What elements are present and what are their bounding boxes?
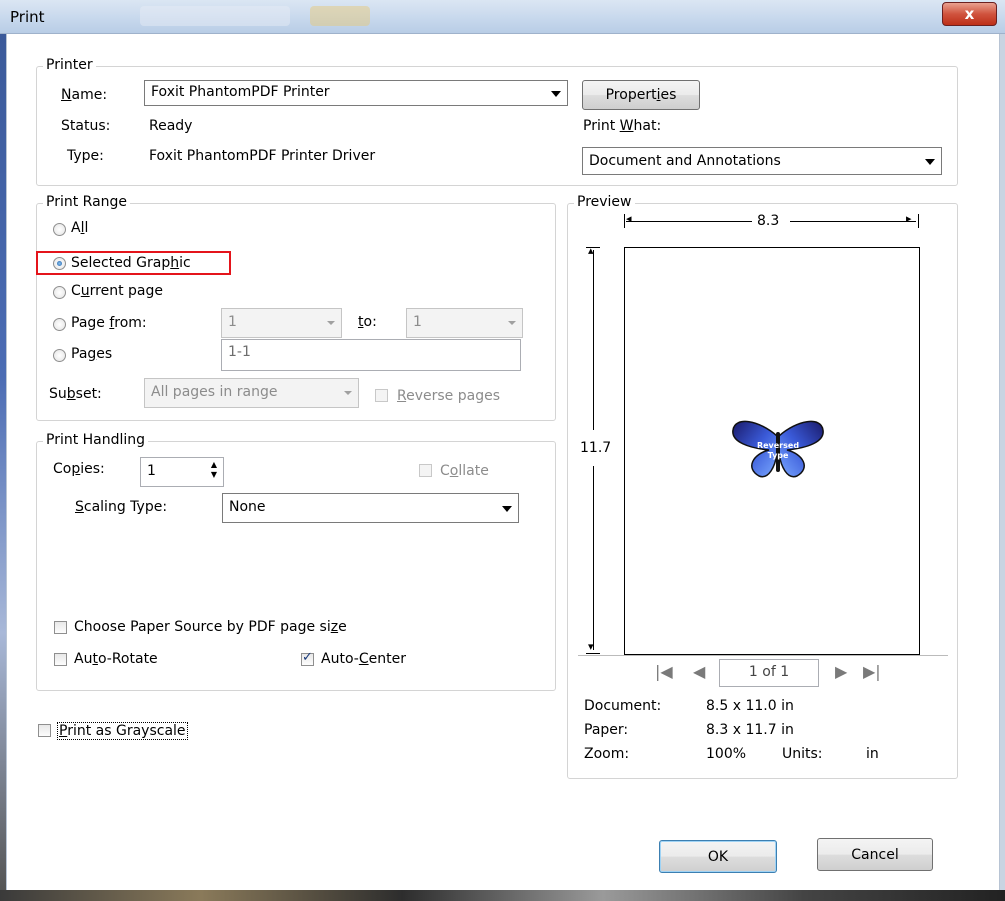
highlight-box: [36, 251, 231, 275]
first-page-icon[interactable]: |◀: [655, 662, 673, 681]
page-from-select[interactable]: 1: [221, 308, 342, 338]
height-dimension-line: [593, 466, 594, 650]
next-page-icon[interactable]: ▶: [835, 662, 847, 681]
copies-input[interactable]: 1 ▲ ▼: [140, 457, 224, 487]
subset-value: All pages in range: [151, 384, 278, 400]
arrow-right-icon: ▸: [906, 212, 912, 225]
height-dimension-value: 11.7: [580, 440, 612, 456]
status-label: Status:: [61, 118, 111, 134]
radio-page-from-label: Page from:: [71, 315, 147, 331]
type-value: Foxit PhantomPDF Printer Driver: [149, 148, 376, 164]
spinner-arrows-icon[interactable]: ▲ ▼: [211, 460, 217, 480]
name-label: Name:: [61, 87, 108, 103]
type-label: Type:: [67, 148, 104, 164]
taskbar-edge: [0, 890, 1005, 901]
scaling-type-value: None: [229, 499, 266, 515]
chevron-down-icon: [925, 159, 935, 165]
zoom-value: 100%: [706, 746, 747, 762]
radio-pages[interactable]: [53, 349, 66, 362]
chevron-down-icon: [508, 321, 516, 325]
arrow-down-icon: ▾: [588, 640, 594, 653]
dimension-tick: [918, 214, 919, 228]
height-dimension-line: [593, 250, 594, 430]
width-dimension-value: 8.3: [757, 213, 780, 229]
radio-all-label: All: [71, 220, 89, 236]
previous-page-icon[interactable]: ◀: [693, 662, 705, 681]
print-range-legend: Print Range: [43, 194, 131, 210]
copies-label: Copies:: [53, 461, 105, 477]
print-what-select[interactable]: Document and Annotations: [582, 147, 942, 175]
grayscale-label: Print as Grayscale: [57, 722, 188, 740]
document-value: 8.5 x 11.0 in: [706, 698, 794, 714]
auto-center-label: Auto-Center: [321, 651, 406, 667]
close-button[interactable]: x: [942, 2, 997, 26]
pages-input[interactable]: 1-1: [221, 339, 521, 371]
printer-group-legend: Printer: [43, 57, 96, 73]
auto-rotate-label: Auto-Rotate: [74, 651, 158, 667]
scaling-type-select[interactable]: None: [222, 493, 519, 523]
paper-value: 8.3 x 11.7 in: [706, 722, 794, 738]
dimension-tick: [586, 653, 600, 654]
reverse-pages-checkbox[interactable]: [375, 389, 388, 402]
radio-current-page[interactable]: [53, 286, 66, 299]
page-indicator-input[interactable]: 1 of 1: [719, 659, 819, 687]
print-what-value: Document and Annotations: [589, 153, 781, 169]
subset-label: Subset:: [49, 386, 102, 402]
butterfly-image: Reversed Type: [732, 420, 824, 478]
choose-paper-source-label: Choose Paper Source by PDF page size: [74, 619, 347, 635]
chevron-down-icon: [502, 506, 512, 512]
scaling-type-label: Scaling Type:: [75, 499, 168, 515]
collate-label: Collate: [440, 463, 489, 479]
radio-page-from[interactable]: [53, 318, 66, 331]
units-label: Units:: [782, 746, 823, 762]
chevron-down-icon: [551, 91, 561, 97]
window-edge: [1000, 34, 1005, 890]
reverse-pages-label: Reverse pages: [397, 388, 500, 404]
page-to-select[interactable]: 1: [406, 308, 523, 338]
butterfly-text-1: Reversed: [757, 441, 799, 450]
grayscale-checkbox[interactable]: [38, 724, 51, 737]
preview-separator: [578, 655, 948, 656]
auto-rotate-checkbox[interactable]: [54, 653, 67, 666]
chevron-down-icon: [327, 321, 335, 325]
width-dimension-line: [790, 221, 916, 222]
title-bar: Print x: [0, 0, 1005, 34]
printer-name-value: Foxit PhantomPDF Printer: [151, 84, 330, 100]
print-what-label: Print What:: [583, 118, 662, 134]
chevron-down-icon: [344, 391, 352, 395]
window-title: Print: [10, 8, 45, 26]
radio-all[interactable]: [53, 223, 66, 236]
page-to-value: 1: [413, 314, 422, 330]
page-preview: Reversed Type: [624, 247, 920, 655]
paper-label: Paper:: [584, 722, 629, 738]
dimension-tick: [624, 214, 625, 228]
radio-pages-label: Pages: [71, 346, 113, 362]
last-page-icon[interactable]: ▶|: [863, 662, 881, 681]
width-dimension-line: [626, 221, 752, 222]
cancel-button[interactable]: Cancel: [817, 838, 933, 871]
properties-button[interactable]: Properties: [582, 80, 700, 110]
document-label: Document:: [584, 698, 662, 714]
zoom-label: Zoom:: [584, 746, 630, 762]
subset-select[interactable]: All pages in range: [144, 378, 359, 408]
arrow-up-icon: ▴: [588, 244, 594, 257]
status-value: Ready: [149, 118, 193, 134]
to-label: to:: [358, 314, 377, 330]
butterfly-text-2: Type: [768, 451, 789, 460]
copies-value: 1: [147, 463, 156, 479]
auto-center-checkbox[interactable]: [301, 650, 314, 666]
collate-checkbox[interactable]: [419, 464, 432, 477]
choose-paper-source-checkbox[interactable]: [54, 621, 67, 634]
units-value: in: [866, 746, 879, 762]
background-blur: [310, 6, 370, 26]
arrow-left-icon: ◂: [626, 212, 632, 225]
print-handling-legend: Print Handling: [43, 432, 149, 448]
page-from-value: 1: [228, 314, 237, 330]
background-blur: [140, 6, 290, 26]
preview-legend: Preview: [574, 194, 635, 210]
ok-button[interactable]: OK: [659, 840, 777, 873]
printer-name-select[interactable]: Foxit PhantomPDF Printer: [144, 80, 568, 106]
radio-current-page-label: Current page: [71, 283, 164, 299]
close-icon: x: [964, 5, 975, 23]
